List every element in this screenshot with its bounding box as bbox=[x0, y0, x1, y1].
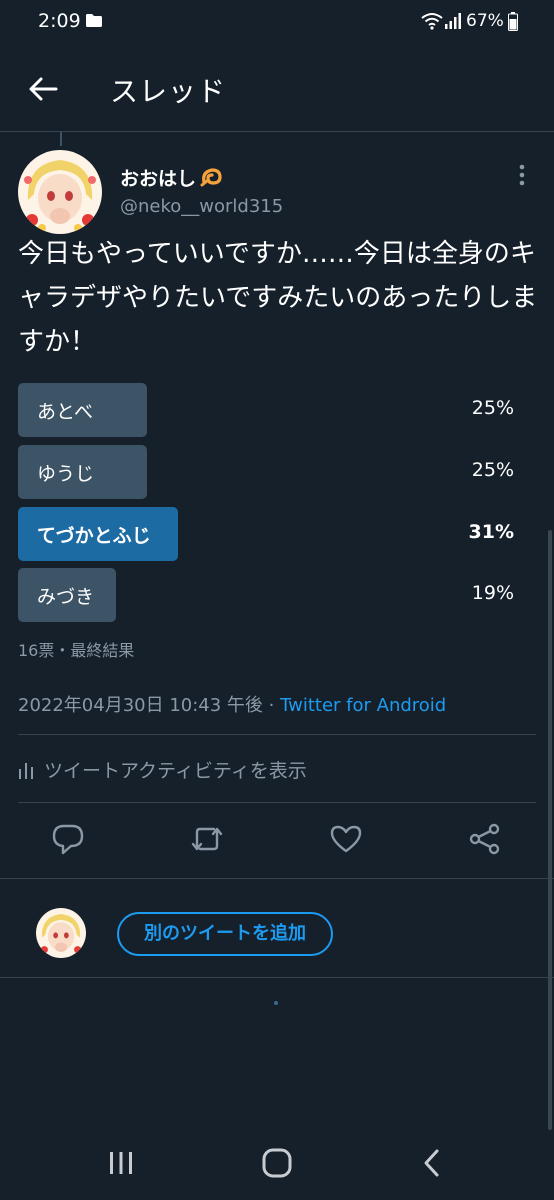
signal-icon bbox=[445, 13, 461, 29]
poll-option-percent: 19% bbox=[471, 582, 514, 604]
author-handle[interactable]: @neko__world315 bbox=[120, 196, 283, 217]
author-name[interactable]: おおはし bbox=[120, 164, 222, 191]
screen: 2:09 67% スレッド おおはし @neko__world315 今日もやっ… bbox=[0, 0, 554, 1200]
poll-option: みづき 19% bbox=[18, 568, 538, 622]
divider bbox=[0, 878, 554, 879]
author-name-text: おおはし bbox=[120, 168, 197, 190]
poll-option-label: あとべ bbox=[37, 401, 94, 423]
thread-connector-line bbox=[60, 132, 62, 146]
timestamp: 2022年04月30日 10:43 午後 · bbox=[18, 695, 281, 716]
divider bbox=[18, 802, 536, 803]
timestamp-row: 2022年04月30日 10:43 午後 · Twitter for Andro… bbox=[18, 691, 446, 717]
like-icon[interactable] bbox=[329, 822, 363, 856]
folder-icon bbox=[86, 14, 102, 27]
more-options-icon[interactable] bbox=[512, 162, 532, 188]
retweet-icon[interactable] bbox=[190, 822, 224, 856]
tweet-activity-label: ツイートアクティビティを表示 bbox=[44, 760, 307, 782]
divider bbox=[0, 977, 554, 978]
analytics-icon bbox=[19, 763, 33, 779]
share-icon[interactable] bbox=[468, 822, 502, 856]
recents-icon[interactable] bbox=[104, 1146, 138, 1180]
poll-option-percent: 25% bbox=[471, 459, 514, 481]
author-avatar[interactable] bbox=[18, 150, 102, 234]
poll-results-meta: 16票・最終結果 bbox=[18, 641, 135, 660]
tweet-activity-link[interactable]: ツイートアクティビティを表示 bbox=[18, 756, 307, 783]
dizzy-emoji-icon bbox=[200, 168, 222, 187]
tweet-text: 今日もやっていいですか……今日は全身のキャラデザやりたいですみたいのあったりしま… bbox=[18, 239, 538, 357]
poll-option-label: ゆうじ bbox=[37, 463, 95, 485]
poll-option-label: みづき bbox=[37, 586, 95, 608]
poll-option-label: てづかとふじ bbox=[37, 525, 151, 547]
poll-option-percent: 31% bbox=[468, 521, 514, 543]
status-time: 2:09 bbox=[38, 10, 81, 32]
source-link[interactable]: Twitter for Android bbox=[280, 695, 446, 716]
user-avatar bbox=[36, 908, 86, 958]
back-arrow-icon[interactable] bbox=[26, 72, 60, 106]
poll-option-winner: てづかとふじ 31% bbox=[18, 507, 538, 561]
home-icon[interactable] bbox=[260, 1146, 294, 1180]
add-another-tweet-button[interactable]: 別のツイートを追加 bbox=[117, 912, 333, 956]
divider bbox=[18, 734, 536, 735]
reply-icon[interactable] bbox=[51, 822, 85, 856]
battery-percentage: 67% bbox=[466, 11, 504, 31]
poll-option-percent: 25% bbox=[471, 397, 514, 419]
back-icon[interactable] bbox=[416, 1146, 450, 1180]
header: スレッド bbox=[0, 46, 554, 132]
wifi-icon bbox=[421, 13, 443, 30]
status-bar: 2:09 67% bbox=[0, 0, 554, 46]
battery-icon bbox=[508, 12, 518, 31]
loading-dot bbox=[274, 1001, 278, 1005]
page-title: スレッド bbox=[110, 75, 227, 108]
poll-option: あとべ 25% bbox=[18, 383, 538, 437]
scrollbar[interactable] bbox=[548, 530, 552, 1130]
poll-option: ゆうじ 25% bbox=[18, 445, 538, 499]
